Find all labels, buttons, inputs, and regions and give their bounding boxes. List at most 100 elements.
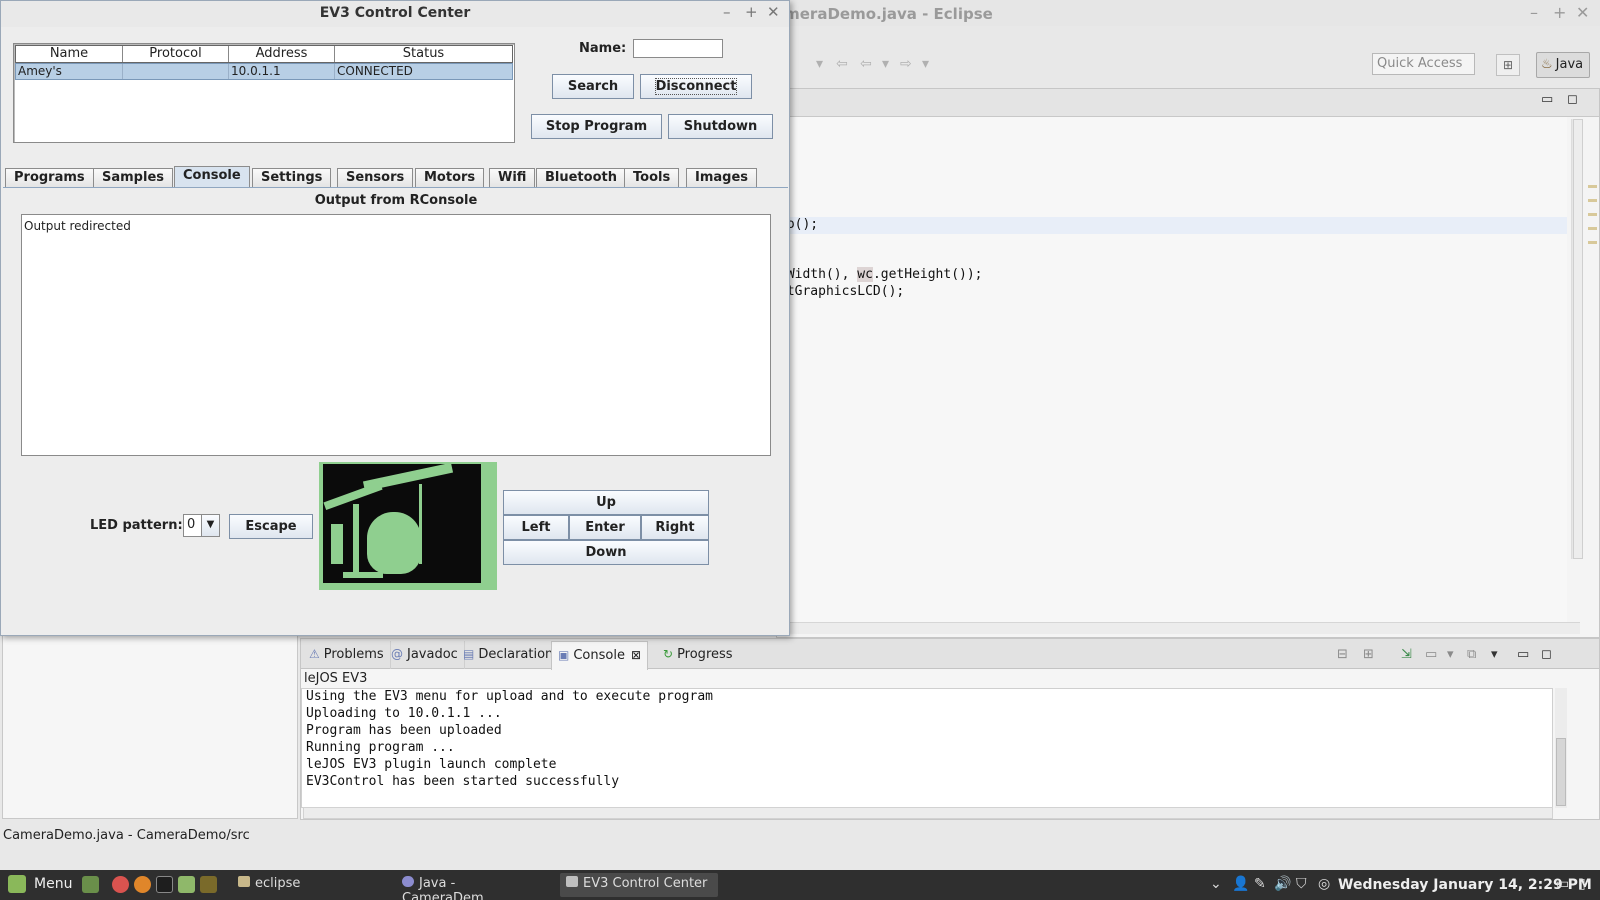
- right-button[interactable]: Right: [641, 515, 709, 540]
- tab-settings[interactable]: Settings: [252, 168, 332, 188]
- volume-icon[interactable]: 🔊: [1274, 876, 1291, 892]
- rconsole-output[interactable]: Output redirected: [21, 214, 771, 456]
- stop-program-button[interactable]: Stop Program: [531, 114, 662, 139]
- tab-declaration[interactable]: ▤ Declaration: [457, 641, 561, 669]
- taskbar: Menu eclipse Java - CameraDem... EV3 Con…: [0, 870, 1600, 900]
- column-header-protocol[interactable]: Protocol: [123, 46, 229, 62]
- chrome-icon[interactable]: [112, 876, 129, 893]
- ev3-title-bar[interactable]: EV3 Control Center – + ✕: [1, 1, 789, 27]
- maximize-icon[interactable]: ◻: [1567, 92, 1578, 107]
- pin-console-icon[interactable]: ⇲: [1401, 647, 1412, 662]
- minimize-icon[interactable]: ▭: [1541, 92, 1553, 107]
- chevron-down-icon[interactable]: ▾: [882, 56, 889, 72]
- table-row[interactable]: Amey's 10.0.1.1 CONNECTED: [15, 63, 513, 80]
- java-perspective-button[interactable]: ♨ Java: [1536, 52, 1590, 78]
- overview-marker[interactable]: [1588, 241, 1597, 244]
- tab-console[interactable]: ▣ Console ⊠: [551, 641, 649, 670]
- column-header-address[interactable]: Address: [229, 46, 335, 62]
- console-output[interactable]: Using the EV3 menu for upload and to exe…: [301, 688, 1553, 808]
- overview-marker[interactable]: [1588, 185, 1597, 188]
- left-button[interactable]: Left: [503, 515, 569, 540]
- maximize-icon[interactable]: ◻: [1541, 647, 1552, 662]
- chevron-down-icon[interactable]: ▾: [1447, 647, 1454, 662]
- device-table[interactable]: Name Protocol Address Status Amey's 10.0…: [13, 43, 515, 143]
- files-icon[interactable]: [178, 876, 195, 893]
- code-editor[interactable]: eo(); tWidth(), wc.getHeight()); etGraph…: [777, 117, 1567, 627]
- tab-tools[interactable]: Tools: [624, 168, 680, 188]
- close-icon[interactable]: ✕: [767, 3, 780, 21]
- tab-samples[interactable]: Samples: [93, 168, 173, 188]
- close-tab-icon[interactable]: ⊠: [631, 648, 641, 662]
- outline-panel: [2, 626, 298, 819]
- chevron-down-icon[interactable]: ▾: [816, 56, 823, 72]
- tab-problems[interactable]: ⚠ Problems: [303, 641, 391, 669]
- tab-bluetooth[interactable]: Bluetooth: [536, 168, 626, 188]
- cell-address: 10.0.1.1: [229, 64, 335, 79]
- minimize-icon[interactable]: –: [1530, 3, 1538, 22]
- tray-arrow-icon[interactable]: ⌄: [1210, 876, 1222, 892]
- display-console-icon[interactable]: ▭: [1425, 647, 1437, 662]
- maximize-icon[interactable]: +: [745, 3, 758, 21]
- start-menu-button[interactable]: Menu: [4, 874, 78, 896]
- tab-progress[interactable]: ↻ Progress: [657, 641, 739, 669]
- tab-javadoc[interactable]: @ Javadoc: [385, 641, 465, 669]
- window-label: EV3 Control Center: [583, 876, 708, 891]
- clear-console-icon[interactable]: ⊟: [1337, 647, 1348, 662]
- open-perspective-icon[interactable]: ⊞: [1496, 54, 1520, 76]
- escape-button[interactable]: Escape: [229, 514, 313, 539]
- taskbar-window-ev3[interactable]: EV3 Control Center: [560, 873, 718, 897]
- shutdown-button[interactable]: Shutdown: [668, 114, 773, 139]
- overview-marker[interactable]: [1588, 213, 1597, 216]
- back-icon[interactable]: ⇦: [860, 56, 872, 72]
- minimize-icon[interactable]: –: [723, 3, 731, 21]
- view-menu-icon[interactable]: ▾: [1491, 647, 1498, 662]
- firefox-icon[interactable]: [134, 876, 151, 893]
- down-button[interactable]: Down: [503, 540, 709, 565]
- overview-marker[interactable]: [1588, 227, 1597, 230]
- tab-motors[interactable]: Motors: [415, 168, 485, 188]
- user-icon[interactable]: 👤: [1232, 876, 1249, 892]
- editor-vertical-scrollbar[interactable]: [1571, 119, 1583, 559]
- show-desktop-icon[interactable]: [82, 876, 99, 893]
- window-list-icon[interactable]: ▭: [1556, 876, 1569, 892]
- tab-sensors[interactable]: Sensors: [337, 168, 414, 188]
- close-icon[interactable]: ✕: [1576, 3, 1589, 22]
- column-header-status[interactable]: Status: [335, 46, 512, 62]
- minimize-icon[interactable]: ▭: [1517, 647, 1529, 662]
- console-vertical-scrollbar[interactable]: [1555, 688, 1567, 808]
- up-button[interactable]: Up: [503, 490, 709, 515]
- last-edit-icon[interactable]: ⇦: [836, 56, 848, 72]
- column-header-name[interactable]: Name: [16, 46, 123, 62]
- overview-ruler[interactable]: [1585, 119, 1599, 619]
- workspace-icon[interactable]: ▯: [1578, 876, 1586, 892]
- tab-wifi[interactable]: Wifi: [489, 168, 536, 188]
- led-pattern-value: 0: [187, 517, 196, 532]
- scrollbar-thumb[interactable]: [1573, 119, 1583, 559]
- network-icon[interactable]: ◎: [1318, 876, 1330, 892]
- scrollbar-thumb[interactable]: [1556, 738, 1566, 806]
- led-pattern-select[interactable]: 0 ▼: [183, 514, 220, 537]
- system-monitor-icon[interactable]: [200, 876, 217, 893]
- chevron-down-icon[interactable]: ▾: [922, 56, 929, 72]
- quick-access-input[interactable]: Quick Access: [1372, 53, 1475, 75]
- tab-console[interactable]: Console: [174, 166, 250, 188]
- pen-icon[interactable]: ✎: [1254, 876, 1266, 892]
- chevron-down-icon[interactable]: ▼: [201, 515, 219, 536]
- terminal-icon[interactable]: [156, 876, 173, 893]
- open-console-icon[interactable]: ⧉: [1467, 647, 1476, 662]
- clock[interactable]: Wednesday January 14, 2:29 PM: [1338, 877, 1592, 893]
- scroll-lock-icon[interactable]: ⊞: [1363, 647, 1374, 662]
- name-field[interactable]: [633, 39, 723, 58]
- search-button[interactable]: Search: [552, 74, 634, 99]
- disconnect-button[interactable]: Disconnect: [640, 74, 752, 99]
- maximize-icon[interactable]: +: [1553, 3, 1566, 22]
- enter-button[interactable]: Enter: [569, 515, 641, 540]
- console-horizontal-scrollbar[interactable]: [303, 807, 1553, 819]
- shield-icon[interactable]: ⛉: [1296, 876, 1307, 892]
- taskbar-window-eclipse[interactable]: eclipse: [232, 873, 390, 897]
- tab-images[interactable]: Images: [686, 168, 758, 188]
- overview-marker[interactable]: [1588, 199, 1597, 202]
- tab-programs[interactable]: Programs: [5, 168, 94, 188]
- forward-icon[interactable]: ⇨: [900, 56, 912, 72]
- taskbar-window-java[interactable]: Java - CameraDem...: [396, 873, 554, 900]
